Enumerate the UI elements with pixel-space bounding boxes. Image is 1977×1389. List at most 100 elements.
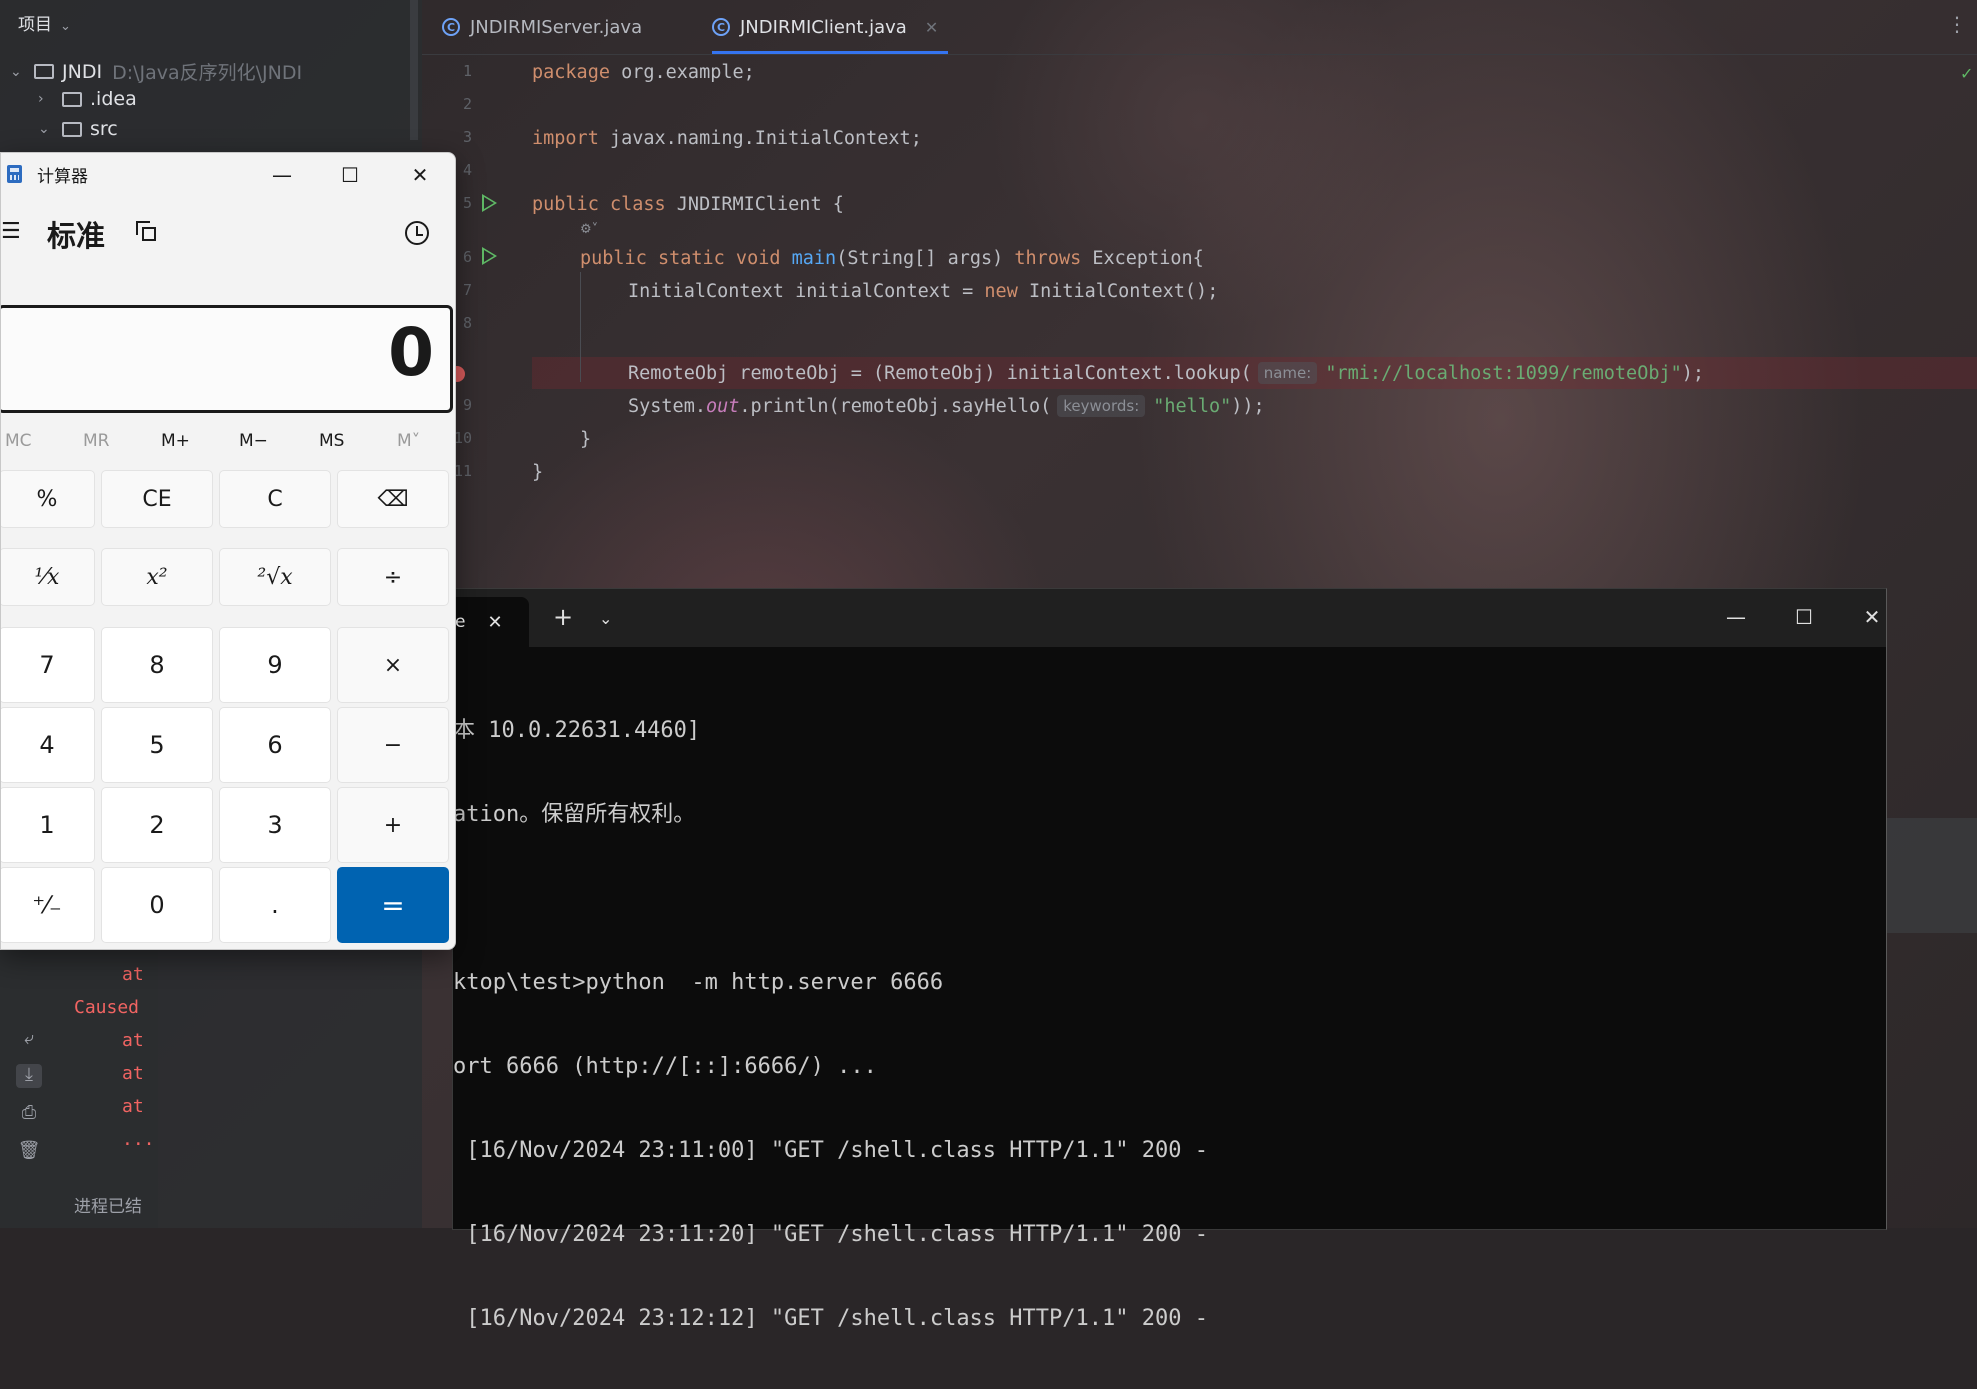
side-panel: [1884, 818, 1977, 933]
tree-item-label: .idea: [90, 88, 137, 110]
trash-icon[interactable]: 🗑: [16, 1140, 42, 1164]
close-window-icon[interactable]: ✕: [1847, 599, 1897, 635]
line-number: 2: [462, 95, 472, 113]
code-text: (String[] args): [836, 247, 1015, 269]
new-tab-icon[interactable]: +: [553, 603, 573, 631]
panel-divider[interactable]: [410, 0, 418, 140]
digit-6-button[interactable]: 6: [219, 707, 331, 783]
method-name: main: [791, 247, 837, 269]
code-line-7: InitialContext initialContext = new Init…: [628, 275, 1218, 307]
maximize-icon[interactable]: ☐: [1779, 599, 1829, 635]
code-line-5: public class JNDIRMIClient {: [532, 188, 844, 220]
digit-0-button[interactable]: 0: [101, 867, 213, 943]
scroll-to-end-icon[interactable]: ⤓: [16, 1064, 42, 1088]
tree-item-label: src: [90, 118, 118, 140]
code-line-9: System. out .println(remoteObj.sayHello(ke…: [628, 390, 1265, 422]
add-button[interactable]: +: [337, 787, 449, 863]
line-number: 3: [462, 128, 472, 146]
print-icon[interactable]: ⎙: [16, 1102, 42, 1126]
indent-guide: [580, 272, 581, 382]
calculator-window[interactable]: 计算器 — ☐ ✕ ☰ 标准 0 MC MR M+ M− MS M˅ % CE …: [0, 152, 456, 950]
calculator-display: 0: [1, 305, 453, 413]
memory-store-button[interactable]: MS: [319, 431, 344, 451]
run-output: at Caused at at at ... 进程已结: [58, 940, 158, 1228]
close-icon[interactable]: ✕: [925, 18, 938, 37]
keyword: public class: [532, 193, 666, 215]
string-literal: "hello": [1153, 395, 1232, 417]
keyword: throws: [1014, 247, 1082, 269]
terminal-line: [16/Nov/2024 23:11:00] "GET /shell.class…: [453, 1138, 1208, 1163]
run-main-icon[interactable]: [482, 247, 497, 265]
code-text: InitialContext();: [1017, 280, 1219, 302]
chevron-down-icon[interactable]: ⌄: [599, 609, 612, 628]
terminal-output[interactable]: 本 10.0.22631.4460] ation。保留所有权利。 ktop\te…: [453, 661, 1208, 1389]
percent-button[interactable]: %: [1, 470, 95, 528]
digit-5-button[interactable]: 5: [101, 707, 213, 783]
java-class-icon: C: [712, 18, 730, 36]
tree-item-idea[interactable]: › .idea: [38, 88, 137, 110]
equals-button[interactable]: =: [337, 867, 449, 943]
string-literal: "rmi://localhost:1099/remoteObj": [1325, 362, 1682, 384]
tree-item-src[interactable]: ⌄ src: [38, 118, 118, 140]
stacktrace-line: Caused: [74, 997, 140, 1018]
digit-9-button[interactable]: 9: [219, 627, 331, 703]
tab-label: JNDIRMIClient.java: [740, 16, 907, 38]
digit-2-button[interactable]: 2: [101, 787, 213, 863]
tab-jndirmiclient[interactable]: C JNDIRMIClient.java ✕: [712, 0, 949, 54]
close-icon[interactable]: ✕: [487, 612, 502, 633]
process-status: 进程已结: [74, 1197, 142, 1217]
memory-list-button[interactable]: M˅: [397, 431, 420, 451]
code-line-10: }: [580, 428, 592, 450]
memory-clear-button[interactable]: MC: [5, 431, 32, 451]
chevron-down-icon: ⌄: [38, 121, 50, 137]
terminal-tab[interactable]: e ✕: [453, 597, 529, 647]
code-editor[interactable]: ⚙˅ 1 package org.example; 2 3 import jav…: [422, 54, 1977, 584]
stacktrace-line: at: [122, 964, 144, 985]
minimize-icon[interactable]: —: [1711, 599, 1761, 635]
divide-button[interactable]: ÷: [337, 548, 449, 606]
calculator-mode: 标准: [47, 219, 106, 253]
tree-item-jndi[interactable]: ⌄ JNDI D:\Java反序列化\JNDI: [10, 58, 302, 85]
square-button[interactable]: x²: [101, 548, 213, 606]
close-icon[interactable]: ✕: [397, 157, 443, 193]
minimize-icon[interactable]: —: [259, 157, 305, 193]
memory-recall-button[interactable]: MR: [83, 431, 109, 451]
tree-item-label: JNDI: [62, 60, 103, 83]
terminal-window[interactable]: e ✕ + ⌄ — ☐ ✕ 本 10.0.22631.4460] ation。保…: [452, 588, 1887, 1331]
code-text: org.example;: [609, 61, 755, 83]
multiply-button[interactable]: ×: [337, 627, 449, 703]
editor-tabbar: C JNDIRMIServer.java C JNDIRMIClient.jav…: [422, 0, 1977, 55]
memory-add-button[interactable]: M+: [161, 431, 190, 451]
code-text: javax.naming.InitialContext;: [598, 127, 922, 149]
tab-jndirmiserver[interactable]: C JNDIRMIServer.java: [442, 0, 642, 54]
clear-entry-button[interactable]: CE: [101, 470, 213, 528]
clear-button[interactable]: C: [219, 470, 331, 528]
keyword: public static void: [580, 247, 781, 269]
digit-8-button[interactable]: 8: [101, 627, 213, 703]
digit-7-button[interactable]: 7: [1, 627, 95, 703]
hamburger-menu-icon[interactable]: ☰: [1, 219, 21, 244]
subtract-button[interactable]: −: [337, 707, 449, 783]
negate-button[interactable]: ⁺⁄₋: [1, 867, 95, 943]
memory-subtract-button[interactable]: M−: [239, 431, 268, 451]
code-lens-icon[interactable]: ⚙˅: [580, 222, 598, 237]
digit-3-button[interactable]: 3: [219, 787, 331, 863]
history-icon[interactable]: [405, 221, 429, 245]
digit-1-button[interactable]: 1: [1, 787, 95, 863]
sqrt-button[interactable]: ²√x: [219, 548, 331, 606]
soft-wrap-icon[interactable]: ⤶: [16, 1028, 42, 1052]
backspace-icon[interactable]: ⌫: [337, 470, 449, 528]
maximize-icon[interactable]: ☐: [327, 157, 373, 193]
terminal-line: ort 6666 (http://[::]:6666/) ...: [453, 1054, 877, 1079]
reciprocal-button[interactable]: ¹⁄x: [1, 548, 95, 606]
code-text: );: [1681, 362, 1705, 384]
digit-4-button[interactable]: 4: [1, 707, 95, 783]
display-value: 0: [388, 314, 434, 391]
code-line-3: import javax.naming.InitialContext;: [532, 122, 922, 154]
decimal-button[interactable]: .: [219, 867, 331, 943]
keyword: new: [984, 280, 1018, 302]
more-vertical-icon[interactable]: ⋮: [1947, 12, 1967, 36]
project-header[interactable]: 项目 ⌄: [18, 10, 71, 35]
run-class-icon[interactable]: [482, 194, 497, 212]
keep-on-top-icon[interactable]: [136, 221, 158, 241]
